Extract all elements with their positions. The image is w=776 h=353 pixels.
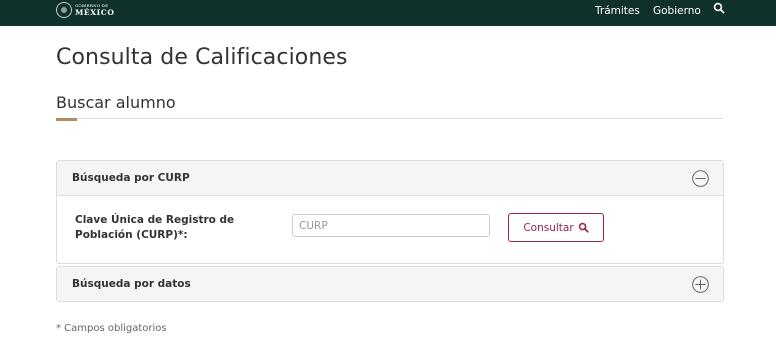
consultar-button-label: Consultar — [523, 221, 574, 234]
page-title: Consulta de Calificaciones — [56, 45, 348, 70]
top-navbar: GOBIERNO DE MÉXICO Trámites Gobierno — [0, 0, 776, 26]
logo-big-text: MÉXICO — [75, 7, 115, 17]
logo-text: GOBIERNO DE MÉXICO — [75, 3, 115, 17]
search-icon[interactable] — [713, 2, 725, 14]
section-title: Buscar alumno — [56, 93, 176, 112]
nav-link-gobierno[interactable]: Gobierno — [653, 5, 701, 17]
curp-field-label: Clave Única de Registro de Población (CU… — [75, 214, 235, 241]
search-icon — [578, 222, 589, 233]
section-accent-bar — [56, 118, 77, 121]
curp-panel-title: Búsqueda por CURP — [72, 172, 190, 184]
minus-circle-icon[interactable] — [692, 170, 709, 187]
curp-panel-header[interactable]: Búsqueda por CURP — [57, 161, 723, 196]
datos-search-panel: Búsqueda por datos — [56, 266, 724, 302]
datos-panel-header[interactable]: Búsqueda por datos — [57, 267, 723, 301]
plus-circle-icon[interactable] — [692, 276, 709, 293]
curp-search-panel: Búsqueda por CURP Clave Única de Registr… — [56, 160, 724, 264]
datos-panel-title: Búsqueda por datos — [72, 278, 191, 290]
nav-link-tramites[interactable]: Trámites — [595, 5, 640, 17]
required-fields-note: * Campos obligatorios — [56, 323, 167, 334]
section-divider — [56, 118, 723, 119]
consultar-button[interactable]: Consultar — [508, 213, 604, 242]
curp-input[interactable] — [292, 214, 490, 237]
gobierno-logo[interactable]: GOBIERNO DE MÉXICO — [56, 0, 114, 20]
national-seal-icon — [56, 2, 72, 18]
